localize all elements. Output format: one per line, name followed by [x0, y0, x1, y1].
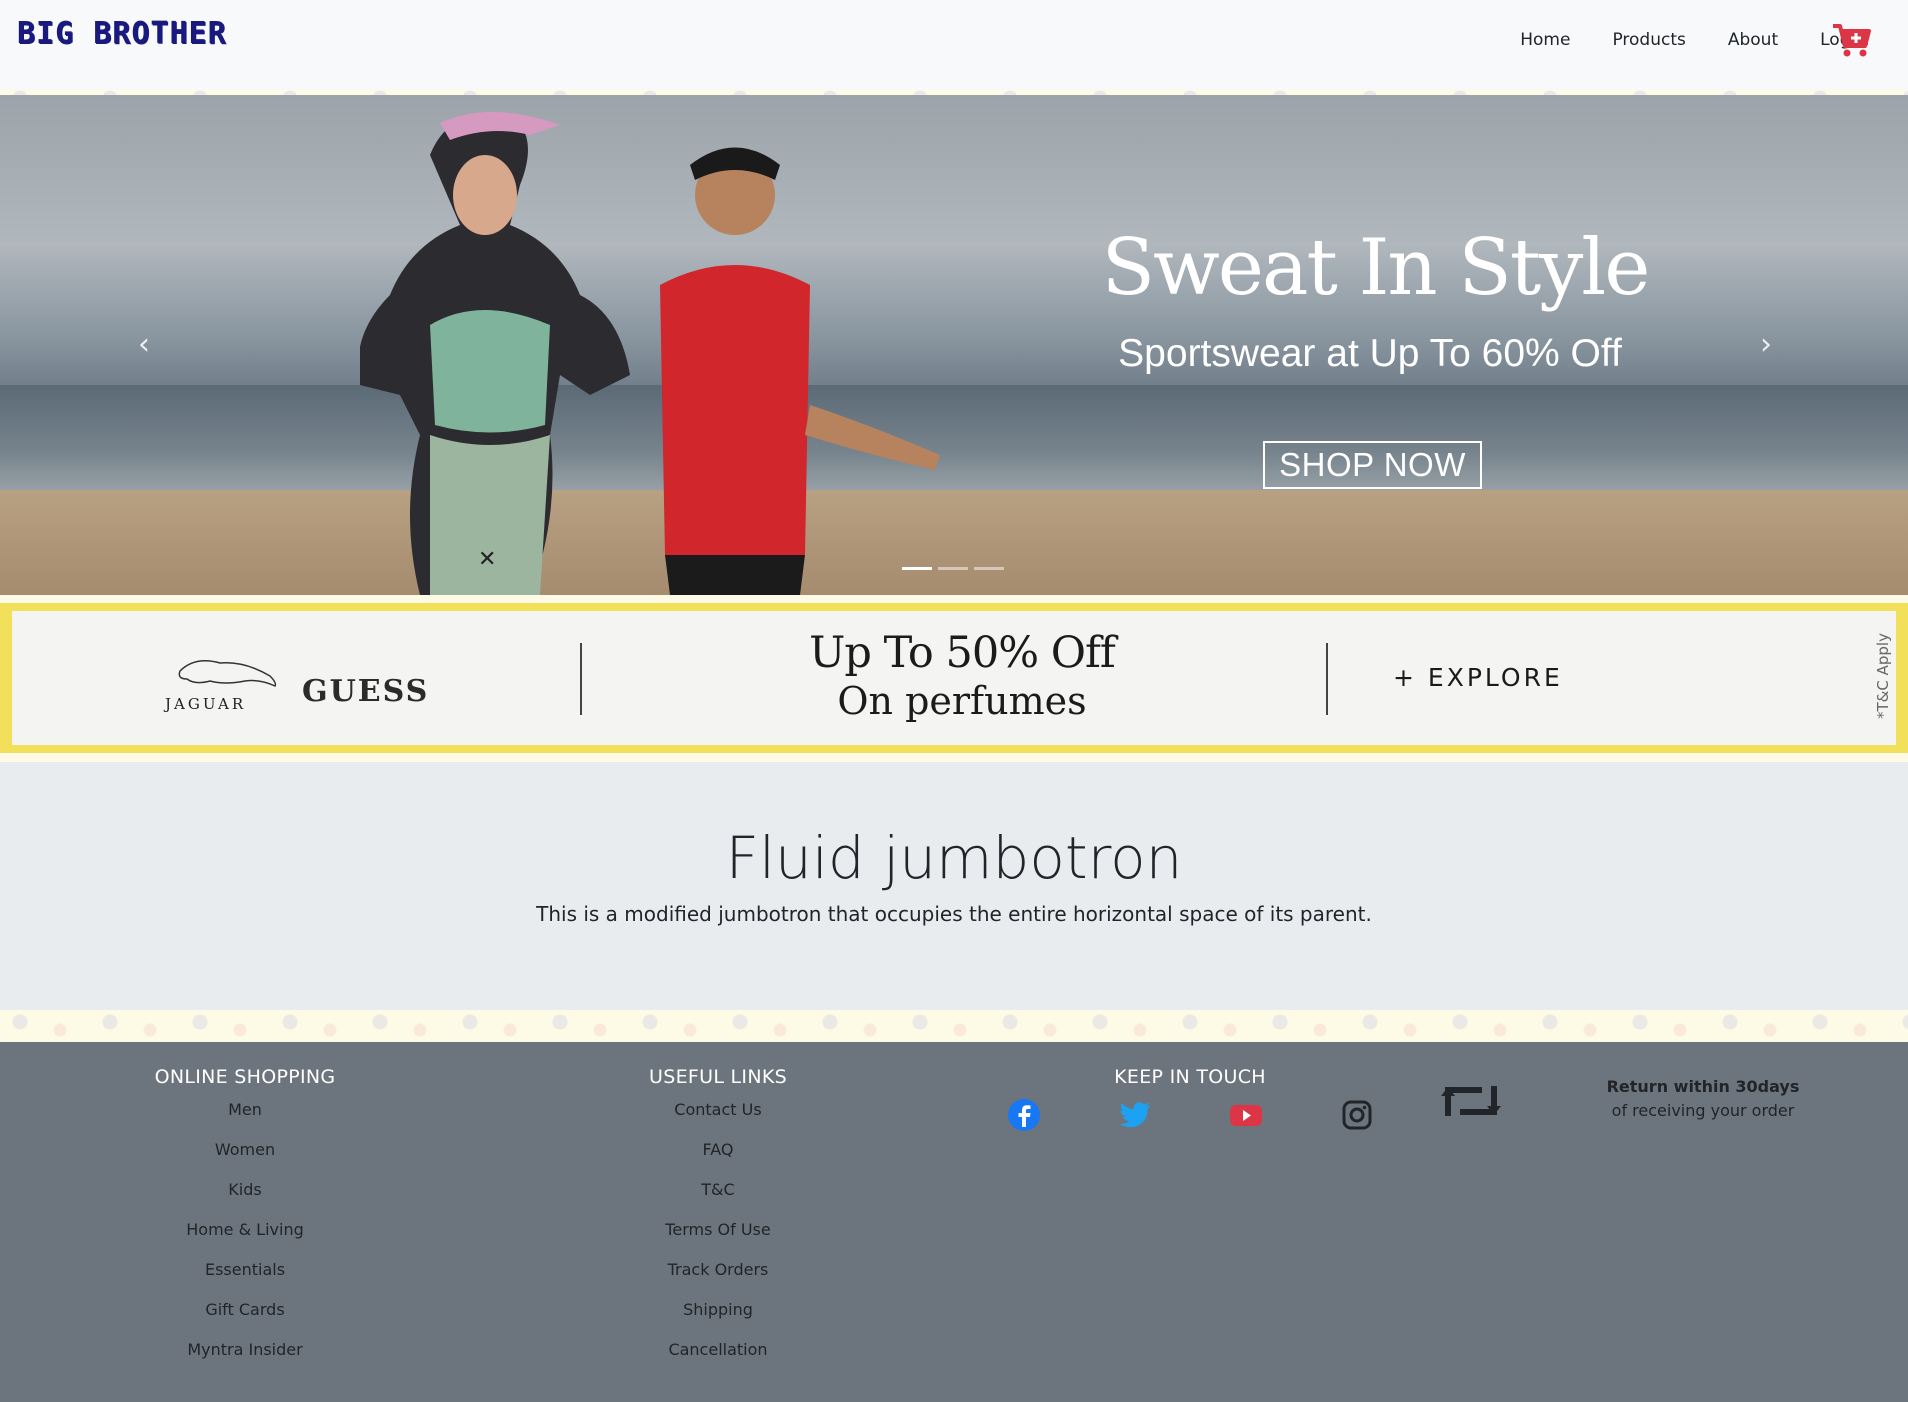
promo-headline: Up To 50% Off: [809, 628, 1116, 678]
footer-link-home-living[interactable]: Home & Living: [145, 1218, 345, 1258]
divider: [580, 643, 582, 715]
shop-now-button[interactable]: SHOP NOW: [1263, 441, 1482, 489]
footer-useful-links: USEFUL LINKS Contact Us FAQ T&C Terms Of…: [618, 1066, 818, 1378]
divider: [1326, 643, 1328, 715]
return-policy-subtitle: of receiving your order: [1611, 1101, 1795, 1120]
jaguar-logo-icon: [178, 660, 277, 687]
footer-link-cancellation[interactable]: Cancellation: [618, 1338, 818, 1378]
footer-link-terms-of-use[interactable]: Terms Of Use: [618, 1218, 818, 1258]
facebook-icon[interactable]: [1007, 1098, 1041, 1132]
perfume-promo-banner[interactable]: JAGUAR GUESS Up To 50% Off On perfumes +…: [0, 603, 1908, 753]
promo-subline: On perfumes: [837, 679, 1087, 723]
carousel-next-icon[interactable]: ›: [1746, 325, 1786, 365]
footer-link-shipping[interactable]: Shipping: [618, 1298, 818, 1338]
footer-link-essentials[interactable]: Essentials: [145, 1258, 345, 1298]
carousel-indicator-3[interactable]: [974, 567, 1004, 570]
footer-heading: ONLINE SHOPPING: [154, 1066, 336, 1088]
footer-link-faq[interactable]: FAQ: [618, 1138, 818, 1178]
footer-link-kids[interactable]: Kids: [145, 1178, 345, 1218]
close-icon: ✕: [478, 547, 497, 572]
footer-keep-in-touch: KEEP IN TOUCH: [1090, 1066, 1290, 1098]
jumbotron: Fluid jumbotron This is a modified jumbo…: [0, 762, 1908, 1010]
footer-link-men[interactable]: Men: [145, 1098, 345, 1138]
cart-plus-icon[interactable]: [1832, 22, 1872, 60]
hero-title: Sweat In Style: [1101, 223, 1651, 313]
footer-link-tc[interactable]: T&C: [618, 1178, 818, 1218]
hero-subtitle: Sportswear at Up To 60% Off: [1118, 332, 1622, 375]
footer: ONLINE SHOPPING Men Women Kids Home & Li…: [0, 1042, 1908, 1402]
promo-content: JAGUAR GUESS Up To 50% Off On perfumes +…: [12, 611, 1896, 745]
nav-links: Home Products About Login: [60, 0, 1908, 80]
nav-about[interactable]: About: [1728, 30, 1778, 50]
footer-heading: KEEP IN TOUCH: [1114, 1066, 1266, 1088]
carousel-indicators: [902, 567, 1004, 570]
carousel-indicator-1[interactable]: [902, 567, 932, 570]
youtube-icon[interactable]: [1229, 1098, 1263, 1132]
footer-link-contact-us[interactable]: Contact Us: [618, 1098, 818, 1138]
nav-products[interactable]: Products: [1612, 30, 1685, 50]
carousel-indicator-2[interactable]: [938, 567, 968, 570]
jumbotron-title: Fluid jumbotron: [725, 824, 1183, 892]
guess-brand: GUESS: [302, 674, 430, 709]
jaguar-brand: JAGUAR: [165, 695, 247, 713]
jumbotron-lead: This is a modified jumbotron that occupi…: [536, 902, 1372, 926]
footer-heading: USEFUL LINKS: [649, 1066, 787, 1088]
return-policy-title: Return within 30days: [1606, 1077, 1800, 1096]
footer-link-myntra-insider[interactable]: Myntra Insider: [145, 1338, 345, 1378]
twitter-icon[interactable]: [1118, 1098, 1152, 1132]
nav-home[interactable]: Home: [1520, 30, 1570, 50]
return-arrows-icon: [1441, 1086, 1501, 1116]
carousel-prev-icon[interactable]: ‹: [124, 325, 164, 365]
navbar: BIG BROTHER Home Products About Login: [0, 0, 1908, 90]
instagram-icon[interactable]: [1340, 1098, 1374, 1132]
footer-link-gift-cards[interactable]: Gift Cards: [145, 1298, 345, 1338]
tc-disclaimer: *T&C Apply: [1874, 633, 1892, 719]
man-runner-image: [660, 147, 940, 595]
footer-link-track-orders[interactable]: Track Orders: [618, 1258, 818, 1298]
explore-link[interactable]: + EXPLORE: [1393, 663, 1563, 692]
hero-carousel: Sweat In Style Sportswear at Up To 60% O…: [0, 95, 1908, 595]
pattern-strip: [0, 1010, 1908, 1042]
footer-online-shopping: ONLINE SHOPPING Men Women Kids Home & Li…: [145, 1066, 345, 1378]
footer-link-women[interactable]: Women: [145, 1138, 345, 1178]
